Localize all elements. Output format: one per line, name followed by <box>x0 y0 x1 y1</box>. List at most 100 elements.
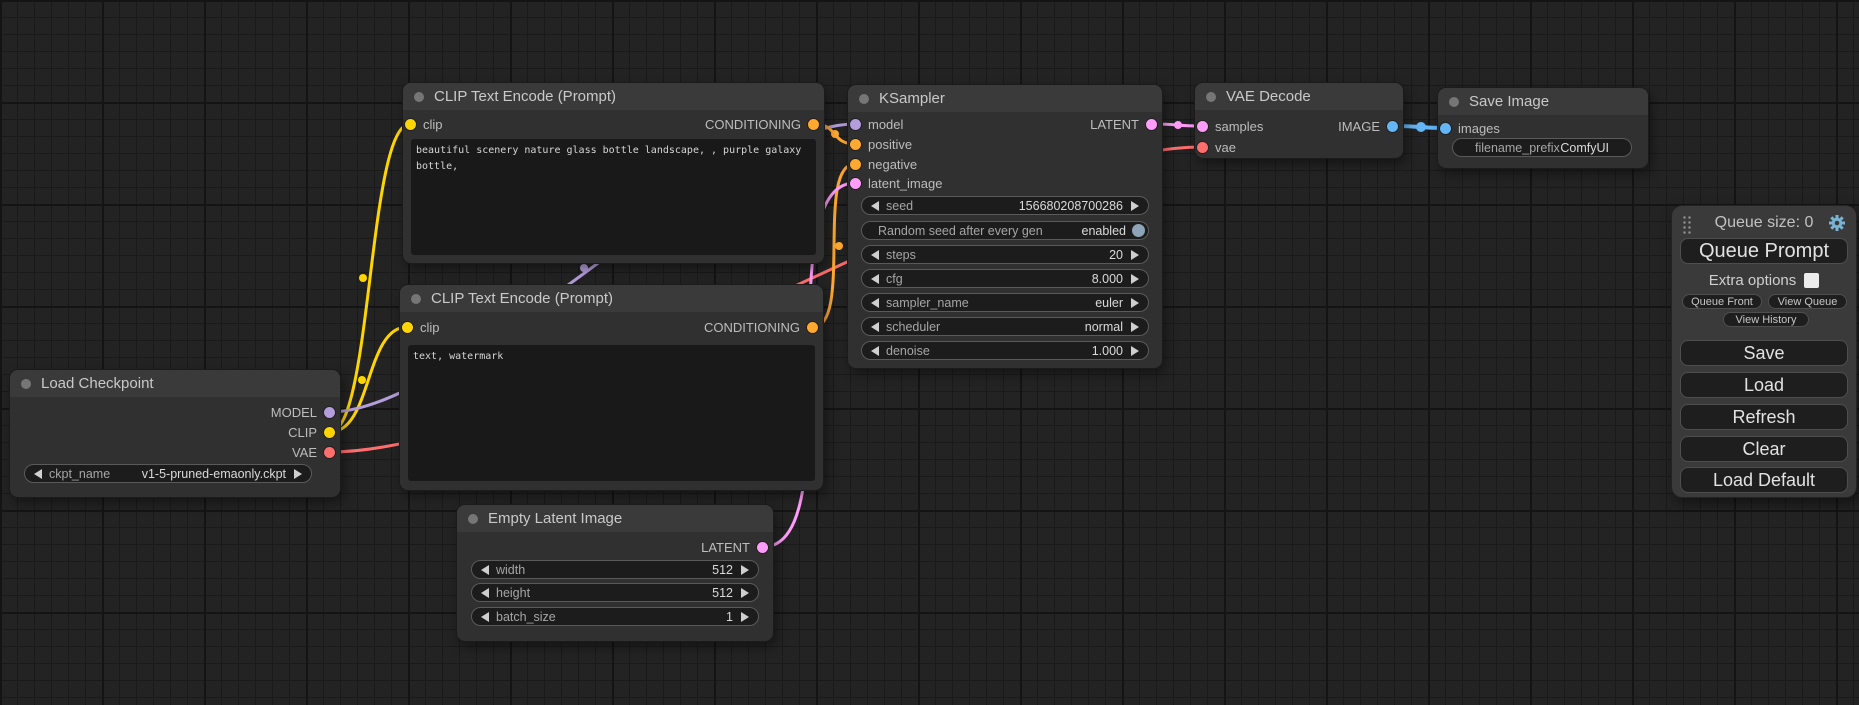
conditioning-port-dot[interactable] <box>850 159 861 170</box>
image-port-dot[interactable] <box>1387 121 1398 132</box>
latent-port-dot[interactable] <box>757 542 768 553</box>
clip-port-dot[interactable] <box>324 427 335 438</box>
output-port-model: MODEL <box>271 402 335 422</box>
port-label: model <box>868 117 903 132</box>
queue-front-button[interactable]: Queue Front <box>1682 294 1762 309</box>
widget-label: steps <box>886 248 916 262</box>
refresh-button[interactable]: Refresh <box>1680 404 1848 430</box>
input-port-clip: clip <box>405 114 443 134</box>
load-default-button[interactable]: Load Default <box>1680 467 1848 493</box>
increment-arrow-icon[interactable] <box>1131 322 1139 332</box>
prompt-textarea[interactable]: text, watermark <box>408 345 815 481</box>
conditioning-port-dot[interactable] <box>808 119 819 130</box>
conditioning-port-dot[interactable] <box>850 139 861 150</box>
increment-arrow-icon[interactable] <box>1131 346 1139 356</box>
node-clip-text-encode-negative[interactable]: CLIP Text Encode (Prompt) clip CONDITION… <box>400 285 823 490</box>
queue-prompt-button[interactable]: Queue Prompt <box>1680 238 1848 264</box>
decrement-arrow-icon[interactable] <box>481 588 489 598</box>
denoise-stepper[interactable]: denoise 1.000 <box>861 341 1149 360</box>
settings-gear-icon[interactable] <box>1826 212 1848 234</box>
node-header[interactable]: Load Checkpoint <box>10 370 340 397</box>
collapse-dot-icon[interactable] <box>859 94 869 104</box>
node-vae-decode[interactable]: VAE Decode samples vae IMAGE <box>1195 83 1403 158</box>
node-header[interactable]: VAE Decode <box>1195 83 1403 110</box>
collapse-dot-icon[interactable] <box>468 514 478 524</box>
link-midpoint-dot[interactable] <box>1174 121 1182 129</box>
latent-port-dot[interactable] <box>1146 119 1157 130</box>
link-midpoint-dot[interactable] <box>359 274 367 282</box>
link-midpoint-dot[interactable] <box>580 264 588 272</box>
increment-arrow-icon[interactable] <box>294 469 302 479</box>
decrement-arrow-icon[interactable] <box>871 322 879 332</box>
seed-stepper[interactable]: seed 156680208700286 <box>861 196 1149 215</box>
height-stepper[interactable]: height 512 <box>471 583 759 602</box>
port-label: negative <box>868 157 917 172</box>
widget-value: euler <box>1095 296 1123 310</box>
increment-arrow-icon[interactable] <box>1131 201 1139 211</box>
ckpt-name-combo[interactable]: ckpt_name v1-5-pruned-emaonly.ckpt <box>24 464 312 483</box>
load-button[interactable]: Load <box>1680 372 1848 398</box>
collapse-dot-icon[interactable] <box>1449 97 1459 107</box>
vae-port-dot[interactable] <box>1197 142 1208 153</box>
decrement-arrow-icon[interactable] <box>34 469 42 479</box>
increment-arrow-icon[interactable] <box>741 612 749 622</box>
increment-arrow-icon[interactable] <box>741 588 749 598</box>
extra-options-checkbox[interactable] <box>1804 273 1819 288</box>
random-seed-toggle[interactable]: Random seed after every gen enabled <box>861 221 1149 240</box>
vae-port-dot[interactable] <box>324 447 335 458</box>
image-port-dot[interactable] <box>1440 123 1451 134</box>
latent-port-dot[interactable] <box>850 178 861 189</box>
collapse-dot-icon[interactable] <box>1206 92 1216 102</box>
decrement-arrow-icon[interactable] <box>871 250 879 260</box>
widget-label: cfg <box>886 272 903 286</box>
port-label: CONDITIONING <box>705 117 801 132</box>
cfg-stepper[interactable]: cfg 8.000 <box>861 269 1149 288</box>
scheduler-combo[interactable]: scheduler normal <box>861 317 1149 336</box>
link-midpoint-dot[interactable] <box>831 130 839 138</box>
view-queue-button[interactable]: View Queue <box>1768 294 1847 309</box>
link-midpoint-dot[interactable] <box>358 376 366 384</box>
increment-arrow-icon[interactable] <box>1131 250 1139 260</box>
width-stepper[interactable]: width 512 <box>471 560 759 579</box>
link-midpoint-dot[interactable] <box>835 242 843 250</box>
save-button[interactable]: Save <box>1680 340 1848 366</box>
node-load-checkpoint[interactable]: Load Checkpoint MODEL CLIP VAE ckpt_name… <box>10 370 340 497</box>
node-empty-latent-image[interactable]: Empty Latent Image LATENT width 512 heig… <box>457 505 773 641</box>
node-header[interactable]: Empty Latent Image <box>457 505 773 532</box>
clip-port-dot[interactable] <box>405 119 416 130</box>
model-port-dot[interactable] <box>850 119 861 130</box>
decrement-arrow-icon[interactable] <box>481 612 489 622</box>
collapse-dot-icon[interactable] <box>21 379 31 389</box>
toggle-circle-icon[interactable] <box>1132 224 1145 237</box>
increment-arrow-icon[interactable] <box>741 565 749 575</box>
decrement-arrow-icon[interactable] <box>871 298 879 308</box>
batch-size-stepper[interactable]: batch_size 1 <box>471 607 759 626</box>
increment-arrow-icon[interactable] <box>1131 274 1139 284</box>
clear-button[interactable]: Clear <box>1680 436 1848 462</box>
collapse-dot-icon[interactable] <box>414 92 424 102</box>
node-ksampler[interactable]: KSampler model positive negative latent_… <box>848 85 1162 368</box>
node-header[interactable]: CLIP Text Encode (Prompt) <box>400 285 823 312</box>
decrement-arrow-icon[interactable] <box>871 274 879 284</box>
collapse-dot-icon[interactable] <box>411 294 421 304</box>
node-title: Empty Latent Image <box>488 510 622 527</box>
steps-stepper[interactable]: steps 20 <box>861 245 1149 264</box>
node-clip-text-encode-positive[interactable]: CLIP Text Encode (Prompt) clip CONDITION… <box>403 83 824 263</box>
conditioning-port-dot[interactable] <box>807 322 818 333</box>
decrement-arrow-icon[interactable] <box>871 201 879 211</box>
node-header[interactable]: KSampler <box>848 85 1162 112</box>
decrement-arrow-icon[interactable] <box>481 565 489 575</box>
model-port-dot[interactable] <box>324 407 335 418</box>
link-midpoint-dot[interactable] <box>1416 122 1426 132</box>
prompt-textarea[interactable]: beautiful scenery nature glass bottle la… <box>411 139 816 255</box>
sampler-name-combo[interactable]: sampler_name euler <box>861 293 1149 312</box>
node-header[interactable]: CLIP Text Encode (Prompt) <box>403 83 824 110</box>
decrement-arrow-icon[interactable] <box>871 346 879 356</box>
node-header[interactable]: Save Image <box>1438 88 1648 115</box>
filename-prefix-field[interactable]: filename_prefix ComfyUI <box>1452 138 1632 157</box>
latent-port-dot[interactable] <box>1197 121 1208 132</box>
view-history-button[interactable]: View History <box>1723 312 1809 327</box>
node-save-image[interactable]: Save Image images filename_prefix ComfyU… <box>1438 88 1648 168</box>
clip-port-dot[interactable] <box>402 322 413 333</box>
increment-arrow-icon[interactable] <box>1131 298 1139 308</box>
